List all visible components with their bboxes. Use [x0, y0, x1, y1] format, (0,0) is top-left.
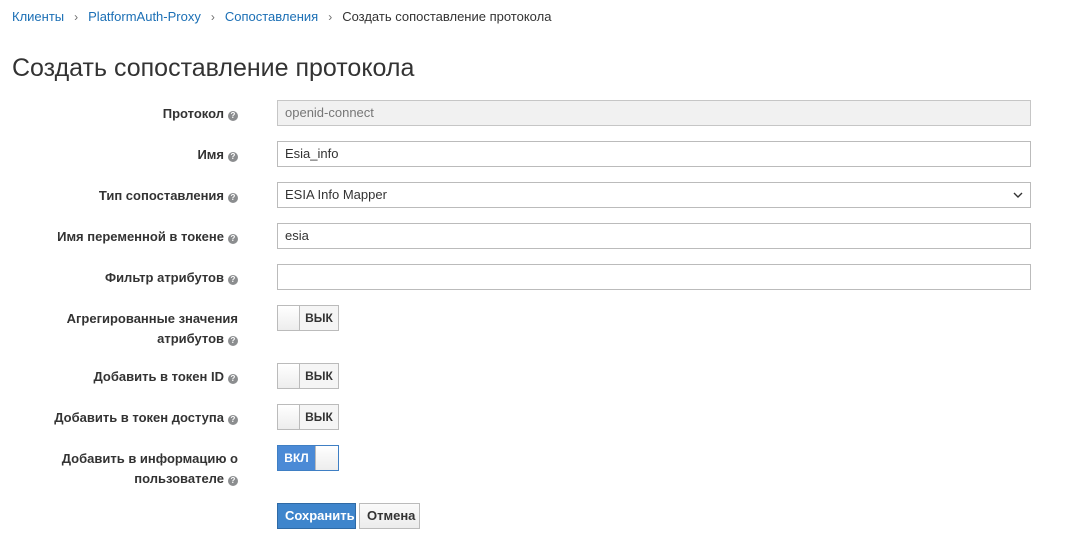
toggle-knob [278, 306, 300, 330]
name-label: Имя? [18, 145, 238, 165]
chevron-down-icon [1013, 192, 1023, 198]
protocol-field: openid-connect [277, 100, 1031, 126]
access-token-toggle[interactable]: ВЫК [277, 404, 339, 430]
chevron-right-icon: › [328, 9, 333, 24]
protocol-label: Протокол? [18, 104, 238, 124]
help-icon[interactable]: ? [228, 234, 238, 244]
token-claim-input[interactable]: esia [277, 223, 1031, 249]
userinfo-toggle[interactable]: ВКЛ [277, 445, 339, 471]
token-claim-label: Имя переменной в токене? [18, 227, 238, 247]
attr-filter-label: Фильтр атрибутов? [18, 268, 238, 288]
breadcrumb-clients[interactable]: Клиенты [12, 9, 64, 24]
toggle-knob [278, 364, 300, 388]
access-token-label: Добавить в токен доступа? [18, 408, 238, 428]
breadcrumb-current: Создать сопоставление протокола [342, 9, 552, 24]
name-input[interactable]: Esia_info [277, 141, 1031, 167]
help-icon[interactable]: ? [228, 415, 238, 425]
help-icon[interactable]: ? [228, 275, 238, 285]
toggle-knob [278, 405, 300, 429]
chevron-right-icon: › [210, 9, 215, 24]
toggle-knob [316, 446, 338, 470]
attr-filter-input[interactable] [277, 264, 1031, 290]
help-icon[interactable]: ? [228, 152, 238, 162]
help-icon[interactable]: ? [228, 111, 238, 121]
mapper-type-select[interactable]: ESIA Info Mapper [277, 182, 1031, 208]
breadcrumb-mappers[interactable]: Сопоставления [225, 9, 318, 24]
aggregate-label: Агрегированные значения атрибутов? [66, 311, 238, 346]
help-icon[interactable]: ? [228, 193, 238, 203]
page-title: Создать сопоставление протокола [12, 54, 415, 82]
help-icon[interactable]: ? [228, 336, 238, 346]
mapper-type-value: ESIA Info Mapper [285, 187, 387, 202]
id-token-toggle[interactable]: ВЫК [277, 363, 339, 389]
help-icon[interactable]: ? [228, 476, 238, 486]
userinfo-label: Добавить в информацию о пользователе? [61, 451, 238, 486]
mapper-type-label: Тип сопоставления? [18, 186, 238, 206]
id-token-label: Добавить в токен ID? [18, 367, 238, 387]
aggregate-toggle[interactable]: ВЫК [277, 305, 339, 331]
breadcrumb: Клиенты › PlatformAuth-Proxy › Сопоставл… [12, 9, 551, 24]
save-button[interactable]: Сохранить [277, 503, 356, 529]
breadcrumb-client[interactable]: PlatformAuth-Proxy [88, 9, 201, 24]
help-icon[interactable]: ? [228, 374, 238, 384]
chevron-right-icon: › [74, 9, 79, 24]
cancel-button[interactable]: Отмена [359, 503, 420, 529]
